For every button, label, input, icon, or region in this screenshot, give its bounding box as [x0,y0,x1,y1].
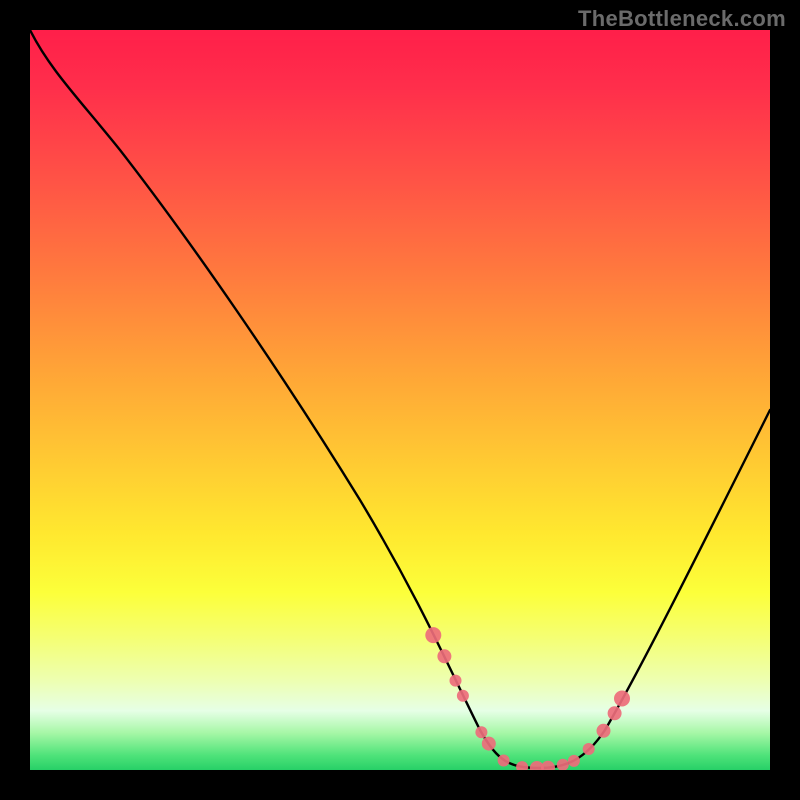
data-marker [583,743,595,755]
data-marker [541,761,555,770]
data-marker [608,706,622,720]
data-marker [597,724,611,738]
data-marker [568,755,580,767]
chart-overlay [30,30,770,770]
data-marker [498,755,510,767]
chart-frame: TheBottleneck.com [0,0,800,800]
data-marker [482,737,496,751]
watermark-text: TheBottleneck.com [578,6,786,32]
data-marker [557,759,569,770]
data-marker [457,690,469,702]
data-marker [614,691,630,707]
data-marker [425,627,441,643]
data-marker [437,649,451,663]
data-marker [475,726,487,738]
data-marker [516,761,528,770]
data-markers [425,627,630,770]
bottleneck-curve [30,30,770,768]
data-marker [450,675,462,687]
